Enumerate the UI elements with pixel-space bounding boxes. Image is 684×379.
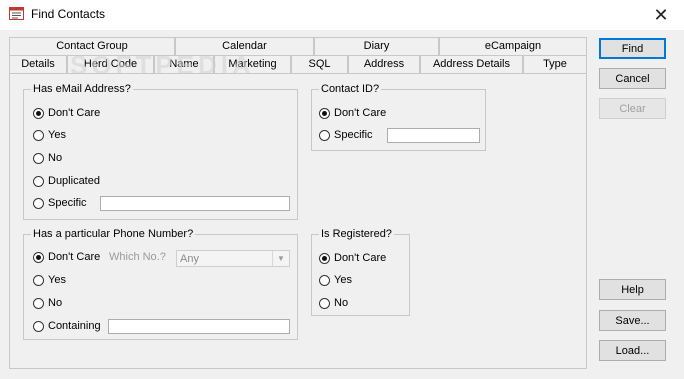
- tab-row-back: Contact Group Calendar Diary eCampaign: [9, 37, 587, 55]
- which-no-select[interactable]: Any ▼: [176, 250, 290, 267]
- cancel-button-label: Cancel: [615, 72, 650, 85]
- phone-no-option[interactable]: No: [33, 297, 62, 309]
- window-title: Find Contacts: [31, 7, 106, 21]
- which-no-value: Any: [180, 252, 199, 265]
- phone-containing-radio[interactable]: [33, 320, 44, 332]
- phone-dont-care-label: Don't Care: [48, 251, 101, 263]
- phone-no-label: No: [48, 297, 63, 309]
- email-specific-input[interactable]: [100, 196, 290, 211]
- phone-yes-radio[interactable]: [33, 274, 44, 286]
- registered-no-label: No: [334, 297, 349, 309]
- phone-containing-option[interactable]: Containing: [33, 320, 101, 332]
- which-no-label: Which No.?: [109, 251, 166, 263]
- email-specific-radio[interactable]: [33, 197, 44, 209]
- email-dont-care-label: Don't Care: [48, 107, 101, 119]
- email-specific-label: Specific: [48, 197, 87, 209]
- tab-diary[interactable]: Diary: [314, 37, 439, 55]
- tab-sql[interactable]: SQL: [291, 55, 348, 73]
- email-dont-care-radio[interactable]: [33, 107, 44, 119]
- save-button[interactable]: Save...: [599, 310, 666, 331]
- phone-group-title: Has a particular Phone Number?: [31, 228, 196, 240]
- email-group-title: Has eMail Address?: [31, 83, 133, 95]
- email-group: Has eMail Address? Don't Care Yes No Dup…: [23, 83, 298, 220]
- phone-yes-label: Yes: [48, 274, 66, 286]
- registered-no-option[interactable]: No: [319, 297, 348, 309]
- contact-id-specific-radio[interactable]: [319, 129, 330, 141]
- email-dont-care-option[interactable]: Don't Care: [33, 107, 100, 119]
- registered-yes-label: Yes: [334, 274, 352, 286]
- tab-herd-code[interactable]: Herd Code: [67, 55, 154, 73]
- tab-ecampaign[interactable]: eCampaign: [439, 37, 587, 55]
- phone-dont-care-option[interactable]: Don't Care: [33, 251, 100, 263]
- email-yes-label: Yes: [48, 129, 66, 141]
- email-duplicated-option[interactable]: Duplicated: [33, 175, 100, 187]
- registered-yes-radio[interactable]: [319, 274, 330, 286]
- tab-marketing[interactable]: Marketing: [214, 55, 291, 73]
- phone-containing-label: Containing: [48, 320, 101, 332]
- phone-containing-input[interactable]: [108, 319, 290, 334]
- registered-dont-care-radio[interactable]: [319, 252, 330, 264]
- contact-id-group: Contact ID? Don't Care Specific: [311, 83, 486, 151]
- tab-details[interactable]: Details: [9, 55, 67, 73]
- phone-yes-option[interactable]: Yes: [33, 274, 66, 286]
- find-button[interactable]: Find: [599, 38, 666, 59]
- registered-group: Is Registered? Don't Care Yes No: [311, 228, 410, 316]
- save-button-label: Save...: [615, 314, 650, 327]
- email-no-radio[interactable]: [33, 152, 44, 164]
- tab-name[interactable]: Name: [154, 55, 214, 73]
- contact-id-dont-care-label: Don't Care: [334, 107, 387, 119]
- registered-dont-care-option[interactable]: Don't Care: [319, 252, 386, 264]
- tab-calendar[interactable]: Calendar: [175, 37, 314, 55]
- help-button[interactable]: Help: [599, 279, 666, 300]
- tab-row-front: Details Herd Code Name Marketing SQL Add…: [9, 55, 587, 73]
- contact-id-specific-label: Specific: [334, 129, 373, 141]
- cancel-button[interactable]: Cancel: [599, 68, 666, 89]
- tab-address-details[interactable]: Address Details: [420, 55, 523, 73]
- contact-id-group-title: Contact ID?: [319, 83, 382, 95]
- phone-group: Has a particular Phone Number? Don't Car…: [23, 228, 298, 340]
- contact-id-dont-care-radio[interactable]: [319, 107, 330, 119]
- load-button[interactable]: Load...: [599, 340, 666, 361]
- email-yes-option[interactable]: Yes: [33, 129, 66, 141]
- email-yes-radio[interactable]: [33, 129, 44, 141]
- registered-yes-option[interactable]: Yes: [319, 274, 352, 286]
- registered-group-title: Is Registered?: [319, 228, 394, 240]
- email-no-option[interactable]: No: [33, 152, 62, 164]
- help-button-label: Help: [621, 283, 644, 296]
- phone-dont-care-radio[interactable]: [33, 251, 44, 263]
- clear-button-label: Clear: [619, 102, 646, 115]
- email-no-label: No: [48, 152, 63, 164]
- registered-no-radio[interactable]: [319, 297, 330, 309]
- find-button-label: Find: [621, 42, 644, 55]
- email-specific-option[interactable]: Specific: [33, 197, 87, 209]
- tab-address[interactable]: Address: [348, 55, 420, 73]
- close-button[interactable]: ✕: [638, 0, 684, 30]
- contact-id-dont-care-option[interactable]: Don't Care: [319, 107, 386, 119]
- registered-dont-care-label: Don't Care: [334, 252, 387, 264]
- details-panel: Has eMail Address? Don't Care Yes No Dup…: [9, 73, 587, 369]
- email-duplicated-label: Duplicated: [48, 175, 100, 187]
- load-button-label: Load...: [615, 344, 650, 357]
- contact-id-specific-input[interactable]: [387, 128, 480, 143]
- email-duplicated-radio[interactable]: [33, 175, 44, 187]
- chevron-down-icon: ▼: [272, 251, 289, 266]
- close-icon: ✕: [653, 4, 669, 25]
- phone-no-radio[interactable]: [33, 297, 44, 309]
- clear-button[interactable]: Clear: [599, 98, 666, 119]
- tab-type[interactable]: Type: [523, 55, 587, 73]
- contact-id-specific-option[interactable]: Specific: [319, 129, 373, 141]
- tab-contact-group[interactable]: Contact Group: [9, 37, 175, 55]
- title-bar: Find Contacts ✕: [0, 0, 684, 30]
- contacts-window-icon: [9, 7, 24, 20]
